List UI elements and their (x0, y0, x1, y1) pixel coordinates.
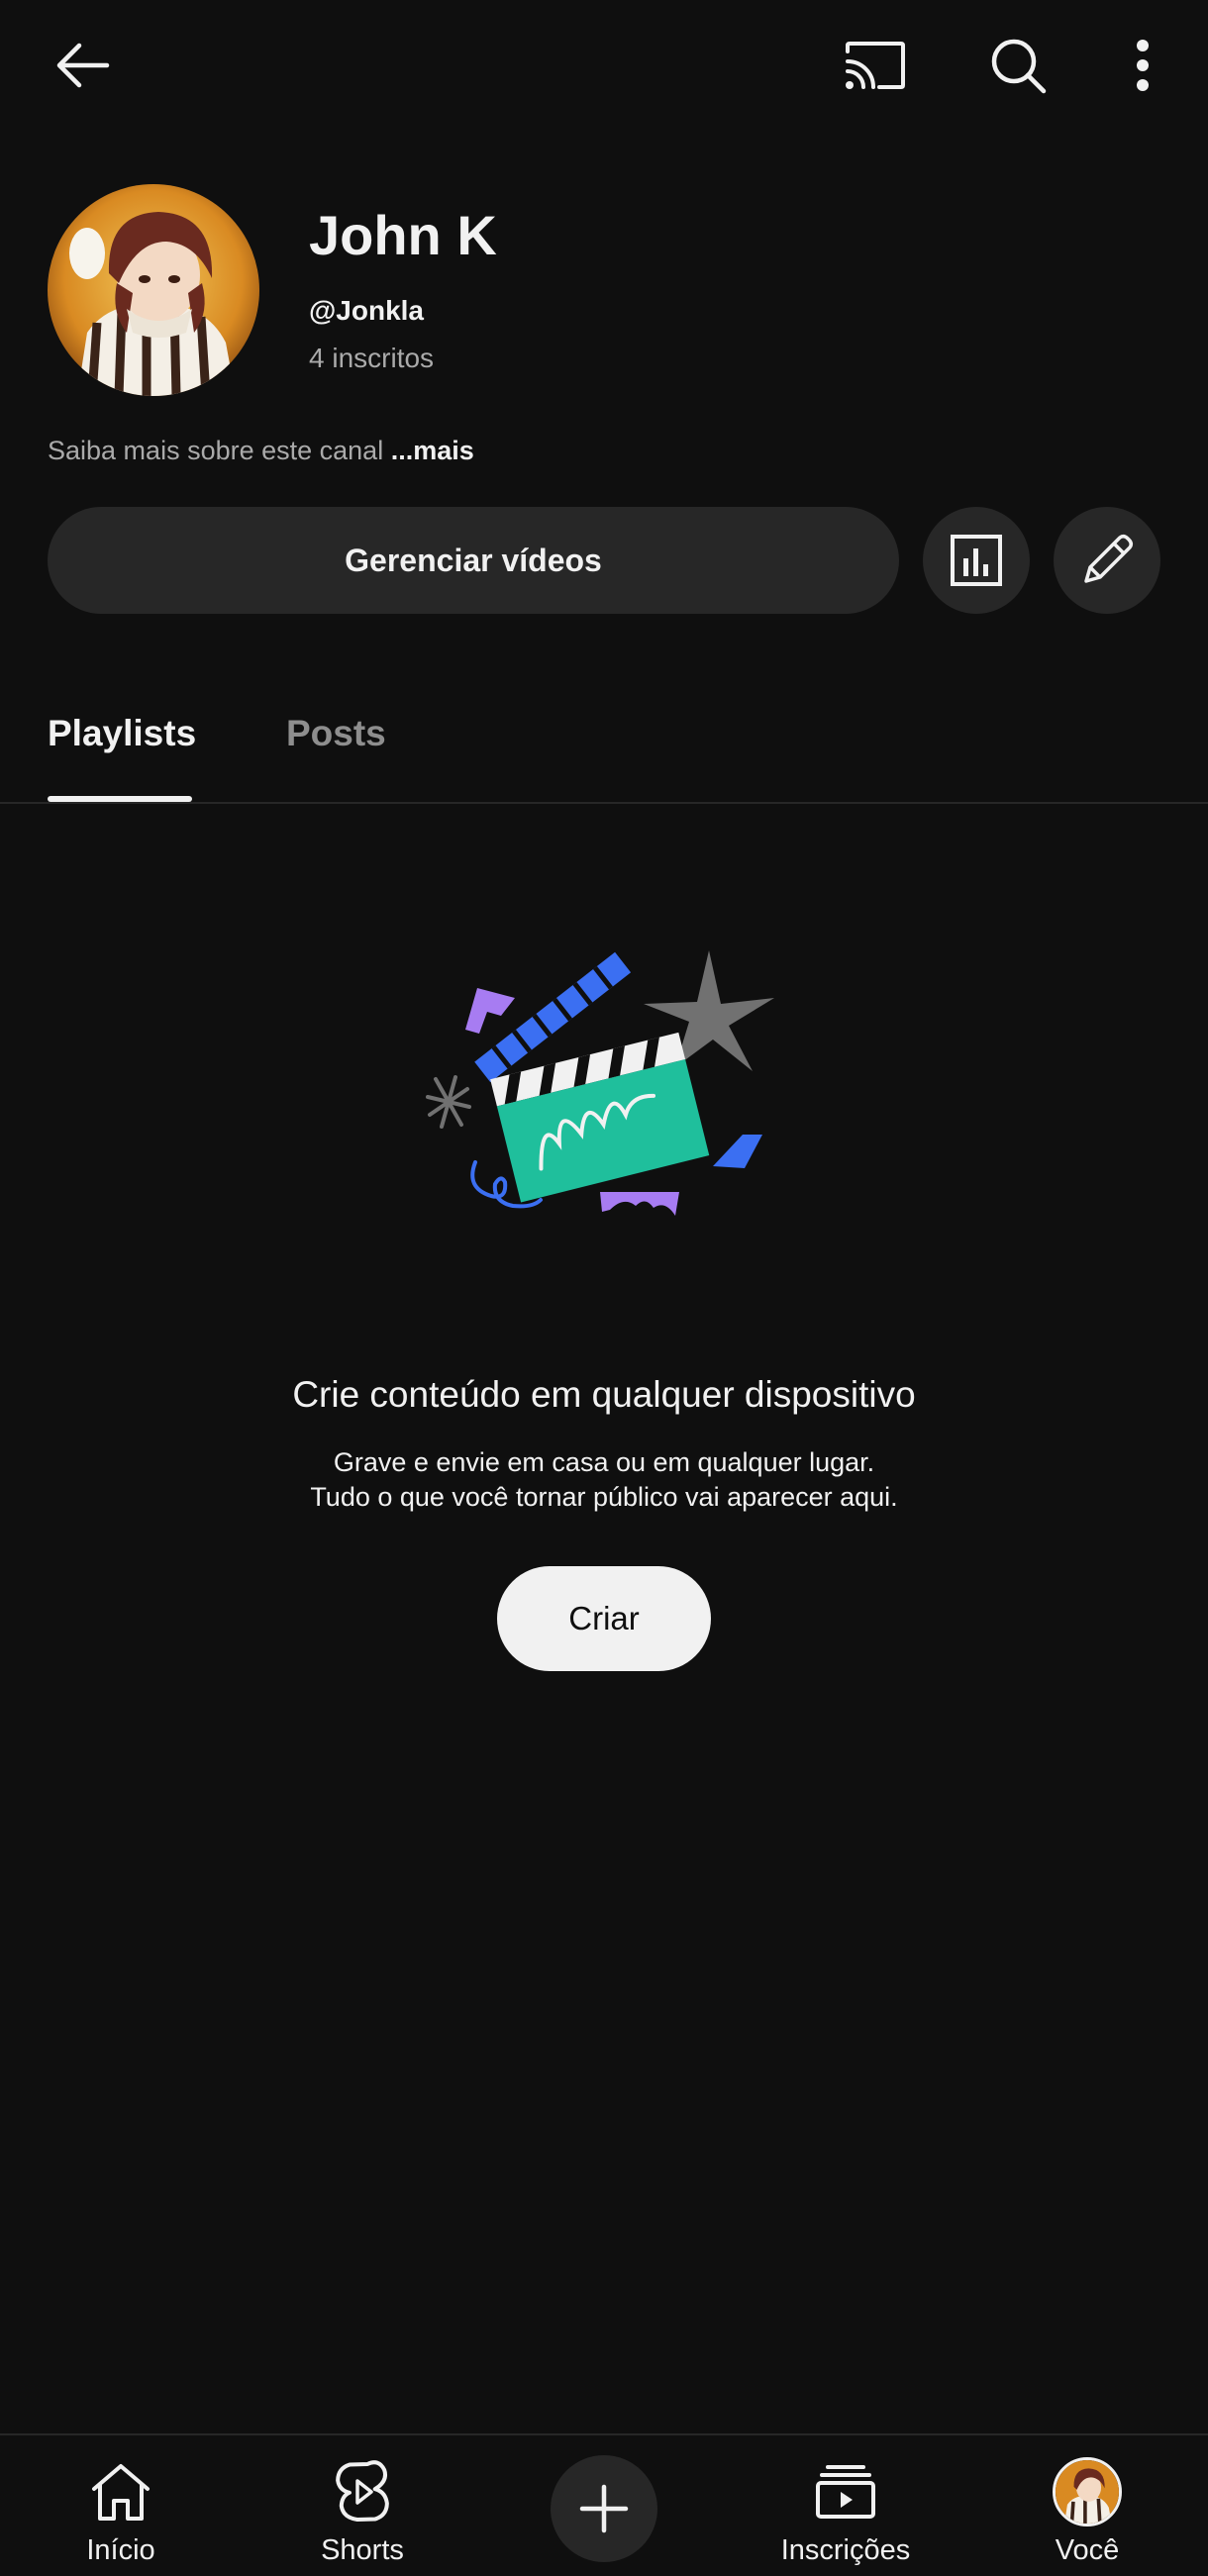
about-text: Saiba mais sobre este canal (48, 436, 384, 465)
active-tab-indicator (48, 796, 192, 802)
pencil-icon (1084, 534, 1134, 583)
arrow-left-icon (56, 43, 110, 88)
empty-state-illustration (416, 941, 802, 1247)
nav-home[interactable]: Início (22, 2435, 220, 2576)
channel-avatar[interactable] (48, 184, 259, 396)
subscriber-count: 4 inscritos (309, 343, 435, 373)
avatar-image (48, 184, 259, 396)
create-button[interactable]: Criar (497, 1566, 711, 1671)
plus-icon (579, 2484, 629, 2533)
empty-state-line-1: Grave e envie em casa ou em qualquer lug… (333, 1447, 875, 1477)
more-options-button[interactable] (1097, 20, 1188, 111)
tab-playlists[interactable]: Playlists (48, 713, 196, 754)
nav-create-button[interactable] (551, 2455, 657, 2562)
nav-you-label: Você (1055, 2534, 1120, 2566)
avatar-icon (1053, 2457, 1122, 2526)
bottom-navigation: Início Shorts Inscrições Você (0, 2433, 1208, 2576)
cast-icon (846, 42, 905, 89)
analytics-icon (951, 535, 1002, 586)
nav-shorts[interactable]: Shorts (263, 2435, 461, 2576)
back-button[interactable] (36, 20, 127, 111)
manage-videos-button[interactable]: Gerenciar vídeos (48, 507, 899, 614)
home-icon (86, 2457, 155, 2526)
search-button[interactable] (972, 20, 1063, 111)
nav-shorts-label: Shorts (321, 2534, 404, 2566)
top-app-bar (0, 0, 1208, 131)
subscriptions-icon (811, 2457, 880, 2526)
nav-home-label: Início (86, 2534, 155, 2566)
nav-avatar-image (1053, 2457, 1122, 2526)
clapperboard-illustration (426, 950, 774, 1216)
shorts-icon (328, 2457, 397, 2526)
channel-page: John K @Jonkla 4 inscritos Saiba mais so… (0, 0, 1208, 2576)
empty-state-line-2: Tudo o que você tornar público vai apare… (310, 1482, 898, 1512)
empty-state-title: Crie conteúdo em qualquer dispositivo (292, 1374, 916, 1415)
search-icon (991, 39, 1047, 94)
channel-about-link[interactable]: Saiba mais sobre este canal ...mais (48, 436, 474, 466)
nav-subscriptions-label: Inscrições (780, 2534, 911, 2566)
analytics-button[interactable] (923, 507, 1030, 614)
more-vert-icon (1137, 40, 1149, 91)
edit-channel-button[interactable] (1054, 507, 1160, 614)
channel-tabs: Playlists Posts (0, 683, 1208, 804)
tab-posts[interactable]: Posts (286, 713, 386, 754)
channel-name: John K (309, 204, 497, 266)
nav-subscriptions[interactable]: Inscrições (747, 2435, 945, 2576)
about-more: ...mais (390, 436, 474, 465)
cast-button[interactable] (830, 20, 921, 111)
channel-handle: @Jonkla (309, 295, 425, 326)
nav-you[interactable]: Você (988, 2435, 1186, 2576)
